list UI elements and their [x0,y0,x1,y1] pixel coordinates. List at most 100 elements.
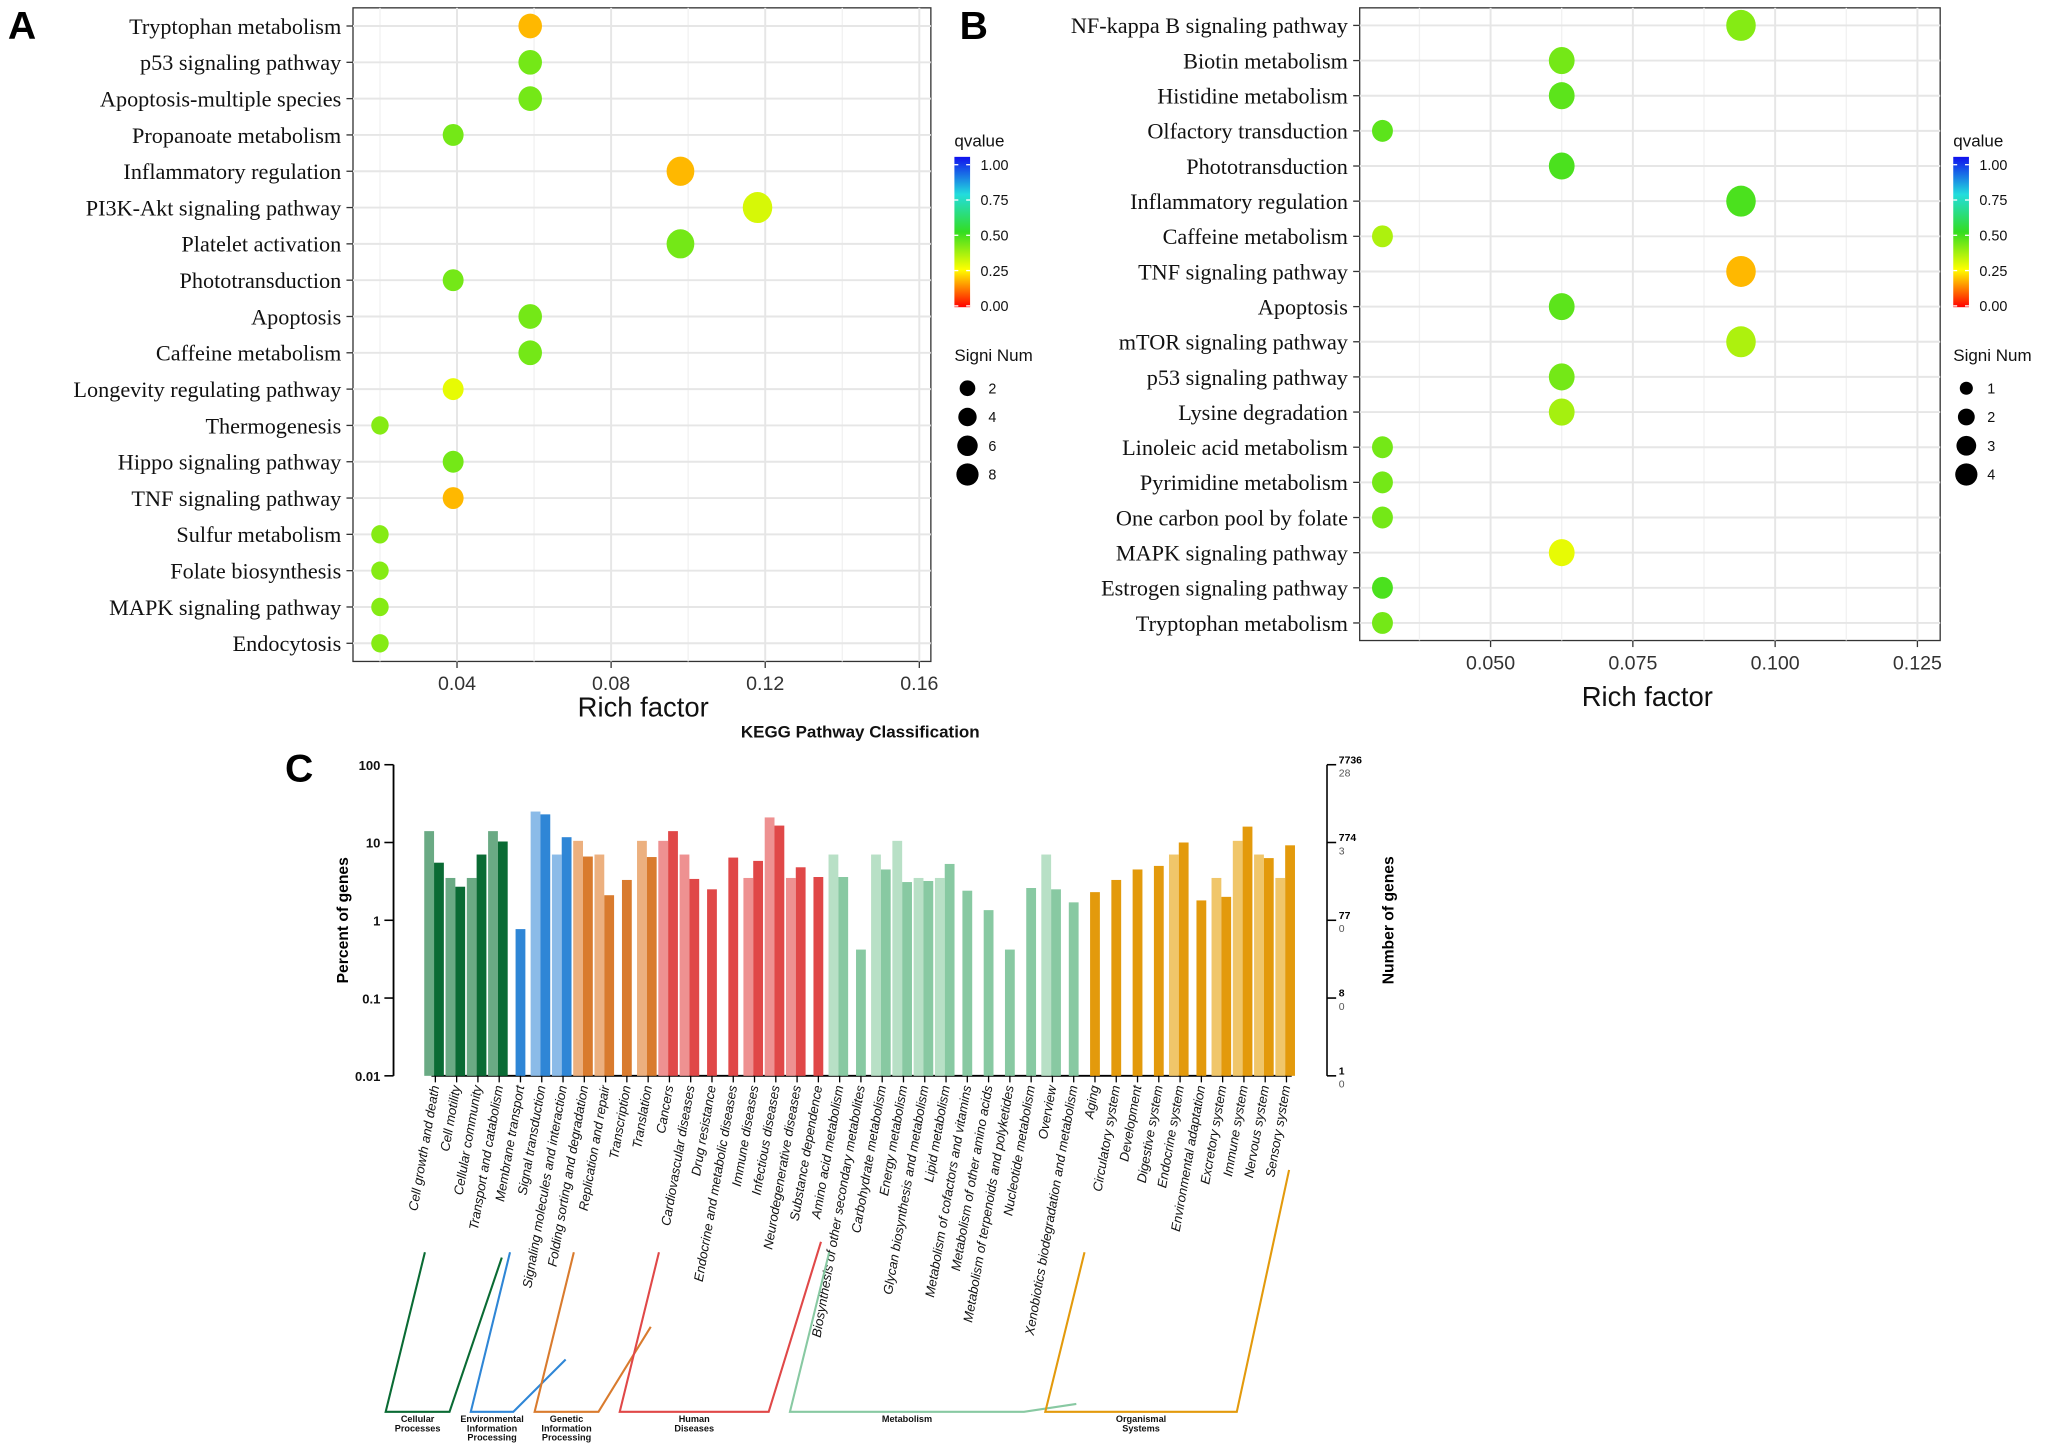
color-tick-label: 1.00 [1979,158,2007,174]
y-tick-label: Lysine degradation [1178,400,1348,425]
y-tick-label: One carbon pool by folate [1116,505,1348,530]
group-bracket [533,1252,652,1413]
x-tick-label: 0.16 [900,673,938,695]
bubble-point [371,416,389,435]
y-tick-label: Inflammatory regulation [1130,189,1348,214]
bar-dark [753,860,764,1076]
bar-light [828,854,839,1076]
bar-dark [1090,892,1100,1076]
bar-dark [1178,842,1189,1076]
bubble-point [1726,185,1756,217]
group-label: Diseases [674,1423,714,1433]
bar-dark [1153,865,1164,1076]
bar-dark [540,814,551,1076]
bubble-point [1371,611,1393,634]
bar-light [530,811,541,1076]
bubble-point [442,269,464,292]
bubble-point [1548,47,1575,75]
size-legend-label: 4 [988,410,996,426]
y2-tick-label: 77 [1339,911,1351,922]
group-label: Processes [395,1423,441,1433]
x-tick-label: 0.050 [1466,652,1515,674]
bubble-point [1371,436,1393,459]
bubble-point [1548,363,1575,391]
bubble-point [1371,506,1393,529]
bar-dark [668,831,678,1076]
y-tick-label: Folate biosynthesis [170,559,341,584]
bar-light [1168,854,1179,1076]
bar-light [1041,854,1052,1076]
y2-tick-sublabel: 3 [1339,846,1345,857]
bar-dark [1051,889,1061,1076]
size-legend-dot [956,463,979,486]
bar-dark [476,854,487,1076]
bar-dark [774,825,785,1076]
y-tick-label: TNF signaling pathway [131,486,342,511]
color-tick-label: 0.25 [1979,264,2007,280]
bar-light [488,831,498,1076]
color-tick-label: 0.75 [981,193,1009,209]
bubble-point [666,229,695,259]
panel-c-category-labels: Cell growth and deathCell motilityCellul… [405,1075,1293,1339]
y-tick-label: 10 [366,836,381,851]
bar-dark [983,910,994,1076]
size-legend-label: 1 [1987,381,1995,397]
bubble-point [1726,326,1756,358]
y-tick-label: Caffeine metabolism [156,341,341,366]
bubble-point [1371,119,1393,142]
y-tick-label: 100 [359,758,381,773]
bar-dark [604,895,615,1076]
y-tick-label: Biotin metabolism [1183,48,1348,73]
bubble-point [442,487,464,510]
bar-dark [1132,869,1143,1076]
bar-dark [583,856,593,1076]
y-tick-label: Caffeine metabolism [1163,224,1348,249]
group-label: Processing [542,1433,591,1443]
panel-b-size-legend-title: Signi Num [1953,346,2031,365]
y-tick-label: Phototransduction [1186,154,1348,179]
bar-dark [728,857,739,1076]
size-legend-label: 4 [1987,468,1995,484]
size-legend-label: 2 [1987,410,1995,426]
panel-label-c: C [285,748,313,791]
panel-c-y2-axis-title: Number of genes [1381,856,1398,984]
y-tick-label: mTOR signaling pathway [1119,330,1349,355]
y-tick-label: Estrogen signaling pathway [1101,576,1349,601]
y-tick-label: MAPK signaling pathway [1116,541,1349,566]
size-legend-label: 3 [1987,439,1995,455]
bubble-point [1548,539,1575,567]
panel-c-y-ticks: 100 10 1 0.1 0.01 [355,758,394,1084]
bar-dark [455,886,466,1076]
bubble-point [371,525,389,544]
bubble-point [1548,152,1575,180]
panel-a-y-labels: Tryptophan metabolism p53 signaling pathw… [73,14,353,656]
bubble-point [442,123,464,146]
bar-light [637,840,647,1076]
bar-light [445,877,456,1076]
bubble-point [1726,9,1756,41]
bar-light [1275,877,1286,1076]
y2-tick-label: 774 [1339,833,1357,844]
color-tick-label: 0.50 [981,229,1009,245]
y-tick-label: Inflammatory regulation [123,159,341,184]
bar-light [573,840,584,1076]
y-tick-label: 0.01 [355,1069,380,1084]
size-legend-dot [1956,435,1977,456]
bubble-point [371,561,389,580]
bar-dark [1221,896,1232,1076]
bubble-point [371,597,389,617]
panel-a-size-legend: 2 4 6 8 [956,380,996,486]
y-tick-label: MAPK signaling pathway [109,595,342,620]
bar-dark [515,929,526,1076]
y-tick-label: PI3K-Akt signaling pathway [86,195,342,220]
y-tick-label: TNF signaling pathway [1138,259,1349,284]
bubble-point [1371,471,1393,494]
panel-a-color-legend-title: qvalue [954,131,1004,150]
y-tick-label: Olfactory transduction [1147,119,1348,144]
y-tick-label: Tryptophan metabolism [129,14,341,39]
bar-dark [795,867,806,1076]
bar-light [785,877,796,1076]
bar-dark [856,949,866,1076]
bar-dark [707,889,717,1076]
panel-c-y2-ticks: 7736 28 774 3 77 0 8 0 1 0 [1327,755,1362,1091]
